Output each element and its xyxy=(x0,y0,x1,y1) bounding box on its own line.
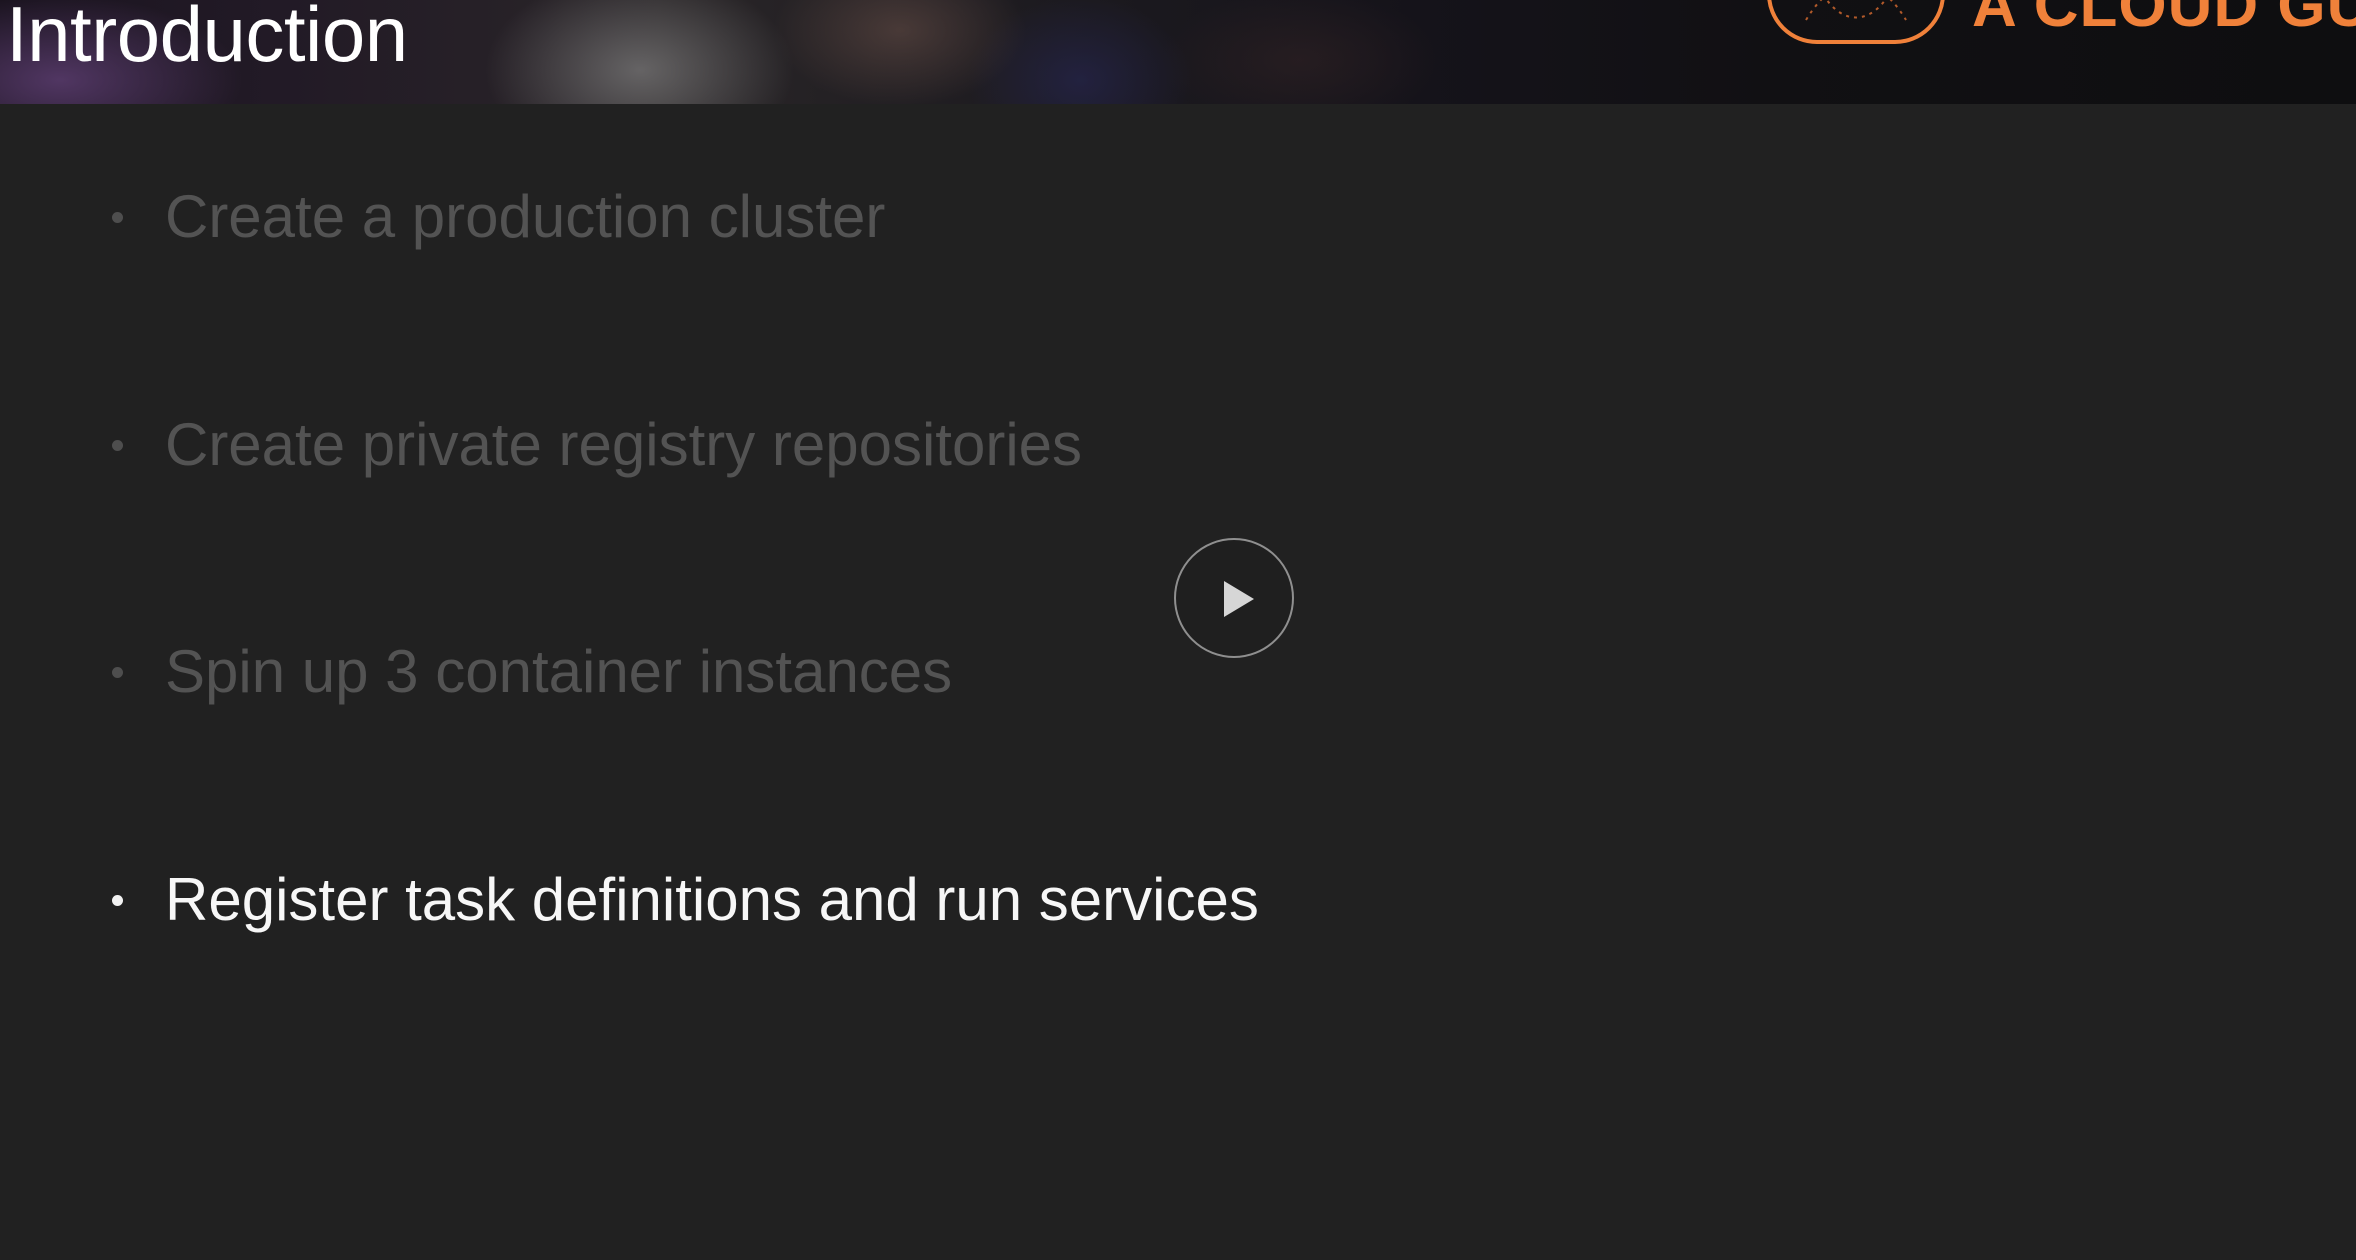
bullet-text: Create private registry repositories xyxy=(165,411,1083,478)
bullet-dot-icon xyxy=(112,666,123,678)
bullet-dot-icon xyxy=(112,439,123,451)
bullet-text: Register task definitions and run servic… xyxy=(165,866,1259,933)
bullet-text: Spin up 3 container instances xyxy=(165,638,953,705)
bullet-item-active: Register task definitions and run servic… xyxy=(112,860,1259,940)
bullet-item: Create a production cluster xyxy=(112,177,885,257)
bullet-dot-icon xyxy=(112,211,123,223)
video-slide[interactable]: Introduction A CLOUD GU Create a product… xyxy=(0,0,2356,1260)
bullet-text: Create a production cluster xyxy=(165,183,886,250)
bullet-item: Spin up 3 container instances xyxy=(112,632,952,712)
play-button[interactable] xyxy=(1174,538,1294,658)
bullet-item: Create private registry repositories xyxy=(112,405,1082,485)
play-icon xyxy=(1224,581,1254,617)
bullet-dot-icon xyxy=(112,894,123,906)
bullet-list: Create a production cluster Create priva… xyxy=(0,0,2356,1260)
